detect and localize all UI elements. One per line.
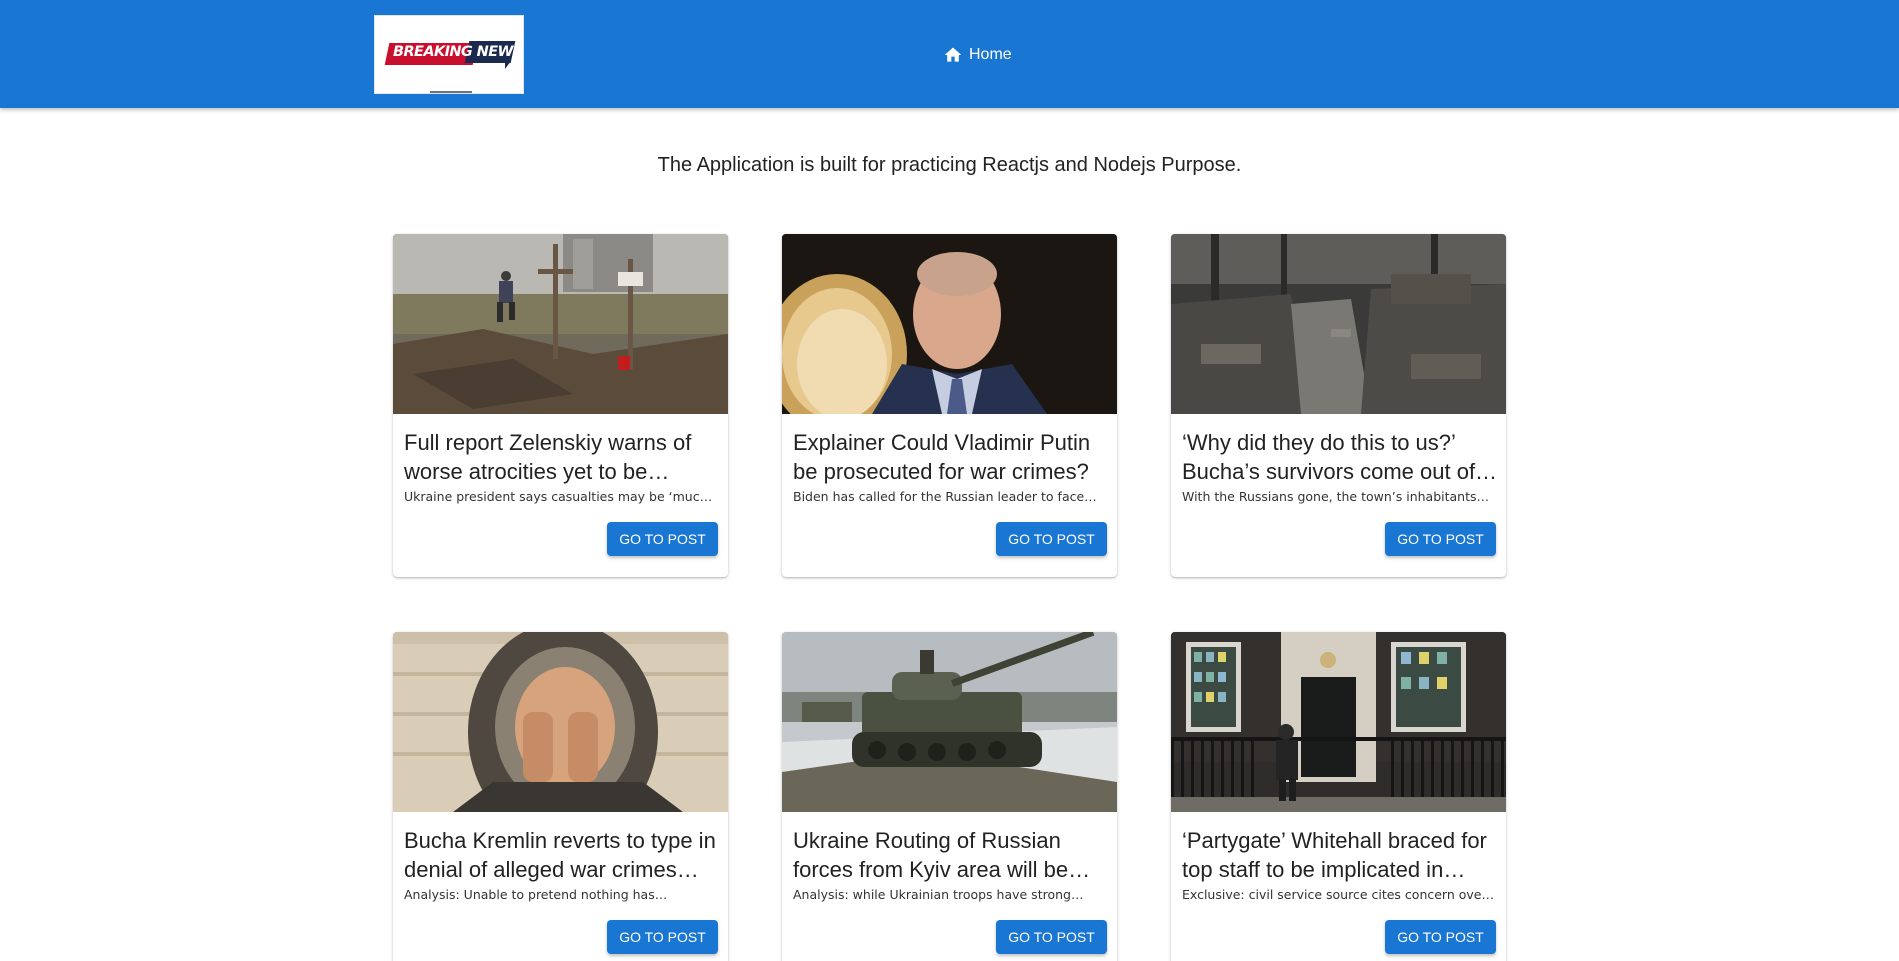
go-to-post-button[interactable]: GO TO POST [1385, 920, 1496, 954]
post-description: Biden has called for the Russian leader … [793, 489, 1097, 504]
nav-home-label: Home [969, 46, 1012, 63]
post-title: Ukraine Routing of Russian forces from K… [793, 828, 1091, 882]
go-to-post-button[interactable]: GO TO POST [607, 920, 718, 954]
breaking-news-logo[interactable]: BREAKING NEWS [374, 15, 524, 94]
logo-text: BREAKING NEWS [393, 44, 523, 60]
logo-caption-line [430, 91, 472, 93]
post-image [782, 234, 1117, 414]
post-card: Explainer Could Vladimir Putin be prosec… [782, 234, 1117, 577]
go-to-post-button[interactable]: GO TO POST [1385, 522, 1496, 556]
go-to-post-button[interactable]: GO TO POST [996, 920, 1107, 954]
post-image [1171, 234, 1506, 414]
post-card: Full report Zelenskiy warns of worse atr… [393, 234, 728, 577]
home-icon [944, 47, 962, 62]
post-title: Full report Zelenskiy warns of worse atr… [404, 430, 692, 484]
post-image [393, 632, 728, 812]
post-image [1171, 632, 1506, 812]
logo-banner: BREAKING NEWS [384, 41, 523, 69]
post-description: Exclusive: civil service source cites co… [1182, 887, 1498, 902]
post-title: ‘Partygate’ Whitehall braced for top sta… [1182, 828, 1487, 882]
post-card: ‘Why did they do this to us?’ Bucha’s su… [1171, 234, 1506, 577]
go-to-post-button[interactable]: GO TO POST [607, 522, 718, 556]
post-title: ‘Why did they do this to us?’ Bucha’s su… [1182, 430, 1498, 484]
app-bar: BREAKING NEWS Home [0, 0, 1899, 108]
post-card: Ukraine Routing of Russian forces from K… [782, 632, 1117, 961]
post-description: With the Russians gone, the town’s inhab… [1182, 489, 1490, 504]
post-title: Explainer Could Vladimir Putin be prosec… [793, 430, 1091, 484]
post-image [393, 234, 728, 414]
post-title: Bucha Kremlin reverts to type in denial … [404, 828, 716, 882]
post-description: Analysis: Unable to pretend nothing has… [404, 887, 668, 902]
go-to-post-button[interactable]: GO TO POST [996, 522, 1107, 556]
post-description: Analysis: while Ukrainian troops have st… [793, 887, 1084, 902]
post-card: ‘Partygate’ Whitehall braced for top sta… [1171, 632, 1506, 961]
post-description: Ukraine president says casualties may be… [404, 489, 720, 504]
post-image [782, 632, 1117, 812]
post-card: Bucha Kremlin reverts to type in denial … [393, 632, 728, 961]
page-tagline: The Application is built for practicing … [657, 154, 1242, 176]
nav-home-link[interactable]: Home [943, 44, 1012, 66]
